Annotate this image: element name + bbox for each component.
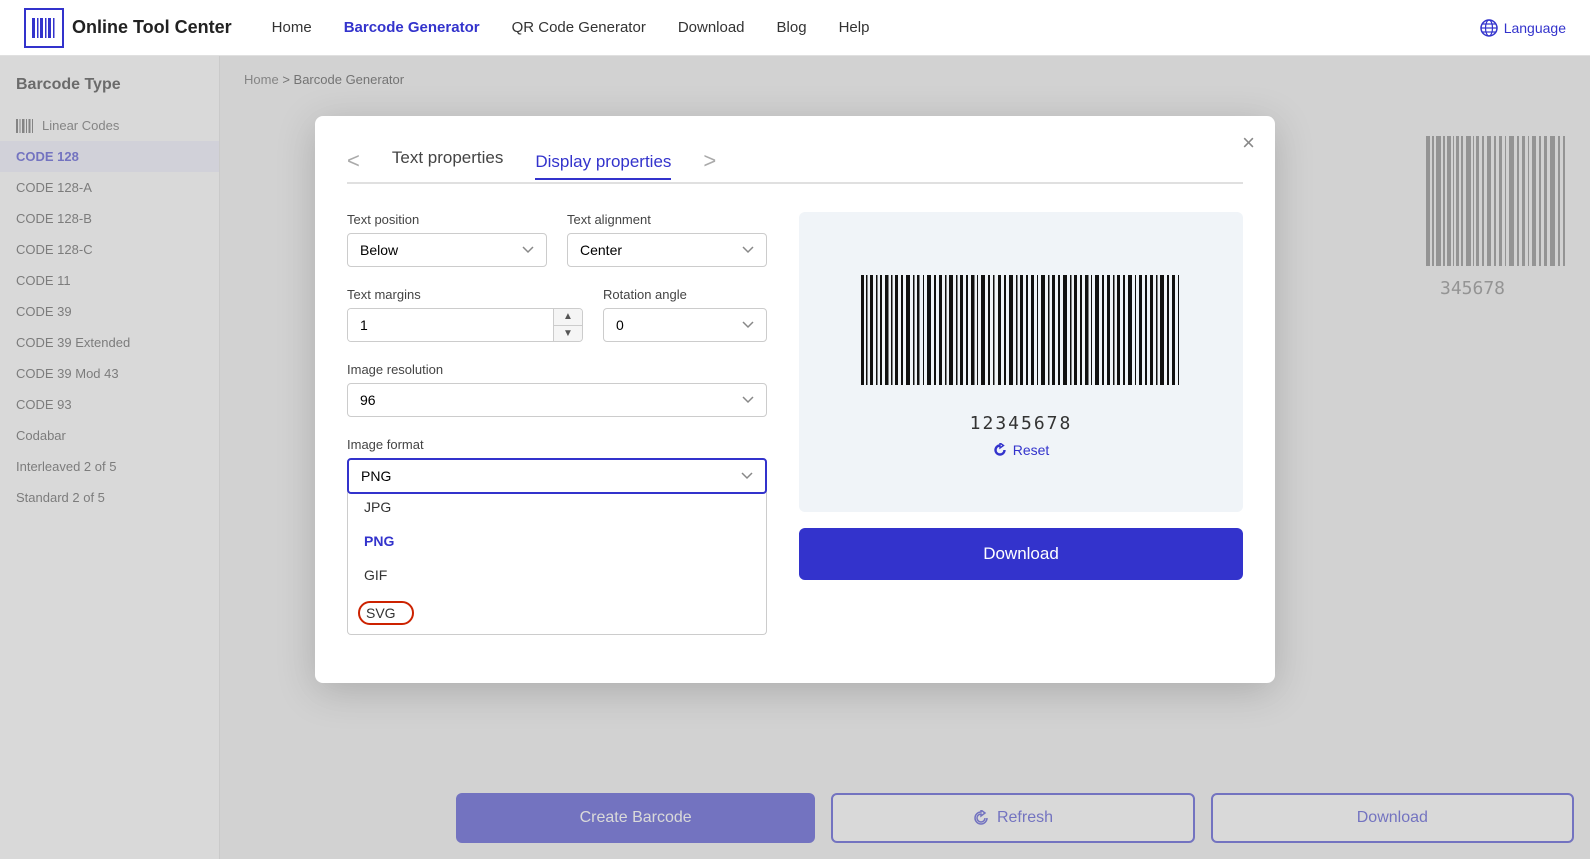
svg-circle-highlight: SVG: [358, 601, 414, 625]
image-format-label: Image format: [347, 437, 767, 452]
modal: × < Text properties Display properties >: [315, 116, 1275, 683]
text-margins-label: Text margins: [347, 287, 583, 302]
nav-help[interactable]: Help: [839, 19, 870, 36]
image-format-dropdown: JPG PNG GIF SVG: [347, 490, 767, 635]
text-margins-spinner: 1 ▲ ▼: [347, 308, 583, 342]
modal-tabs: < Text properties Display properties >: [347, 148, 1243, 184]
nav-blog[interactable]: Blog: [777, 19, 807, 36]
barcode-number: 12345678: [970, 413, 1073, 434]
image-format-group: Image format PNG: [347, 437, 767, 494]
nav-links: Home Barcode Generator QR Code Generator…: [272, 19, 1480, 36]
reset-button[interactable]: Reset: [993, 442, 1050, 458]
language-label: Language: [1504, 20, 1566, 36]
tab-nav-right[interactable]: >: [703, 150, 716, 172]
tab-display-properties[interactable]: Display properties: [535, 152, 671, 180]
format-jpg[interactable]: JPG: [348, 490, 766, 524]
modal-close-button[interactable]: ×: [1242, 132, 1255, 154]
tab-text-properties[interactable]: Text properties: [392, 148, 504, 174]
text-margins-input[interactable]: 1: [348, 309, 553, 341]
download-button-modal[interactable]: Download: [799, 528, 1243, 580]
language-selector[interactable]: Language: [1480, 19, 1566, 37]
text-alignment-group: Text alignment Center: [567, 212, 767, 267]
form-row-1: Text position Below Text alignment Cente…: [347, 212, 767, 267]
text-position-select[interactable]: Below: [347, 233, 547, 267]
reset-icon: [993, 443, 1007, 457]
nav-download[interactable]: Download: [678, 19, 745, 36]
form-row-3: Image resolution 96: [347, 362, 767, 417]
spinner-buttons: ▲ ▼: [553, 309, 582, 341]
image-format-select[interactable]: PNG: [347, 458, 767, 494]
form-row-2: Text margins 1 ▲ ▼ Rotat: [347, 287, 767, 342]
modal-preview: 12345678 Reset Download: [799, 212, 1243, 651]
format-png[interactable]: PNG: [348, 524, 766, 558]
logo-text: Online Tool Center: [72, 17, 232, 38]
spinner-down[interactable]: ▼: [554, 326, 582, 342]
rotation-angle-group: Rotation angle 0: [603, 287, 767, 342]
image-resolution-group: Image resolution 96: [347, 362, 767, 417]
text-position-label: Text position: [347, 212, 547, 227]
text-alignment-label: Text alignment: [567, 212, 767, 227]
modal-body: Text position Below Text alignment Cente…: [347, 212, 1243, 651]
text-alignment-select[interactable]: Center: [567, 233, 767, 267]
text-position-group: Text position Below: [347, 212, 547, 267]
reset-label: Reset: [1013, 442, 1050, 458]
format-svg[interactable]: SVG: [348, 592, 766, 634]
tab-nav-left[interactable]: <: [347, 150, 360, 172]
main-layout: Barcode Type Linear Codes CODE 128 CODE …: [0, 56, 1590, 859]
globe-icon: [1480, 19, 1498, 37]
logo-icon: [24, 8, 64, 48]
logo[interactable]: Online Tool Center: [24, 8, 232, 48]
text-margins-group: Text margins 1 ▲ ▼: [347, 287, 583, 342]
format-gif[interactable]: GIF: [348, 558, 766, 592]
rotation-angle-select[interactable]: 0: [603, 308, 767, 342]
spinner-up[interactable]: ▲: [554, 309, 582, 326]
rotation-angle-label: Rotation angle: [603, 287, 767, 302]
barcode-svg: [851, 275, 1191, 405]
nav-qr-generator[interactable]: QR Code Generator: [512, 19, 646, 36]
modal-form: Text position Below Text alignment Cente…: [347, 212, 767, 651]
nav-barcode-generator[interactable]: Barcode Generator: [344, 19, 480, 36]
nav-home[interactable]: Home: [272, 19, 312, 36]
navbar: Online Tool Center Home Barcode Generato…: [0, 0, 1590, 56]
content-area: Home > Barcode Generator Create Barcode …: [220, 56, 1590, 859]
image-resolution-label: Image resolution: [347, 362, 767, 377]
barcode-preview: 12345678 Reset: [799, 212, 1243, 512]
modal-overlay: × < Text properties Display properties >: [0, 56, 1590, 859]
image-resolution-select[interactable]: 96: [347, 383, 767, 417]
